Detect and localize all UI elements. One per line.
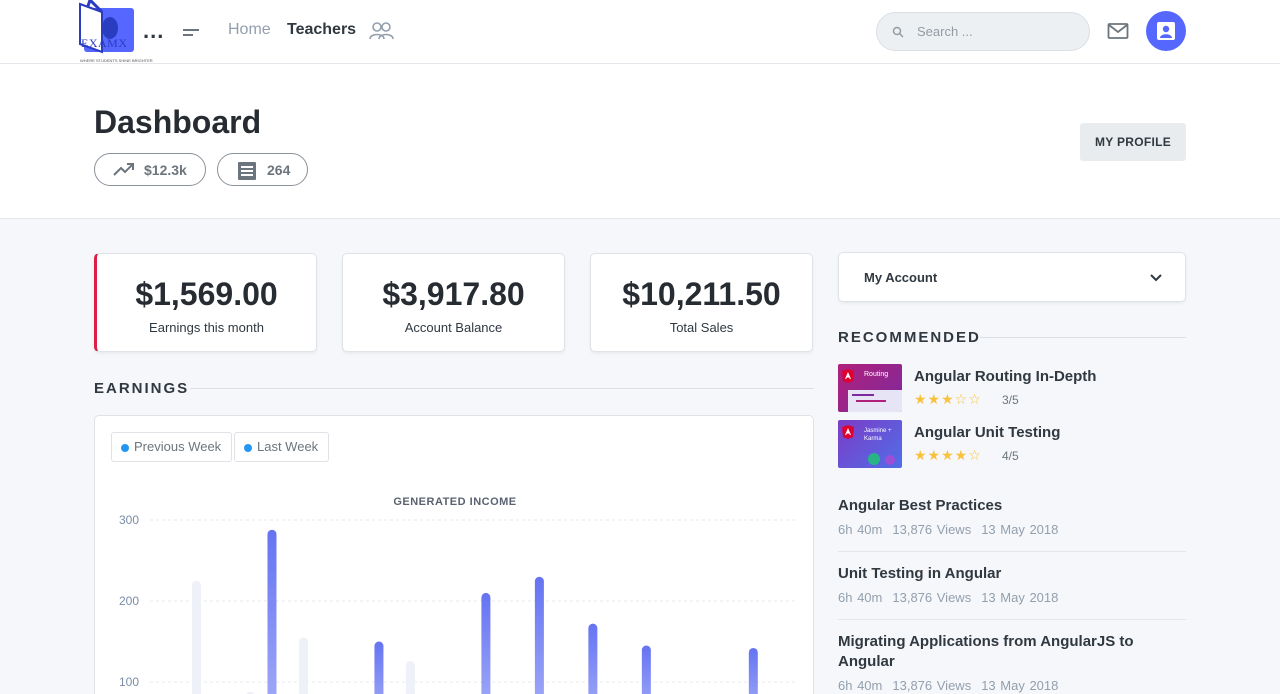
post-views: 13,876 Views [892,522,972,537]
revenue-pill-value: $12.3k [144,162,187,178]
post-date: 13 May 2018 [981,522,1059,537]
post-date: 13 May 2018 [981,678,1059,693]
star-rating-icon: ★★★☆☆ [914,391,982,407]
my-profile-button[interactable]: MY PROFILE [1080,123,1186,161]
bar-last-week [748,647,758,694]
orders-pill-value: 264 [267,162,291,178]
post-meta: 6h 40m 13,876 Views 13 May 2018 [838,522,1186,537]
divider [838,551,1186,552]
my-account-label: My Account [864,270,938,285]
post-duration: 6h 40m [838,678,883,693]
more-dots[interactable]: ... [143,18,164,44]
divider [190,388,814,389]
course-title: Angular Unit Testing [914,424,1061,441]
trending-up-icon [113,163,134,176]
logo-tagline: WHERE STUDENTS SHINE BRIGHTER [80,58,153,63]
thumb-label: Jasmine + Karma [864,428,892,442]
search-input[interactable] [917,13,1077,50]
bar-previous-week [298,637,308,694]
receipt-icon [238,162,256,180]
stat-label: Account Balance [404,320,503,335]
recommended-item[interactable]: Routing Angular Routing In-Depth ★★★☆☆ 3… [838,364,1186,412]
page-title: Dashboard [94,104,262,140]
menu-toggle-icon[interactable] [181,24,203,40]
chevron-down-icon [1150,274,1162,282]
logo-text: EXAMX [81,36,128,50]
bar-last-week [267,529,277,694]
post-title: Angular Best Practices [838,497,1003,514]
nav-home[interactable]: Home [228,21,271,39]
nav-teachers[interactable]: Teachers [287,21,356,39]
post-meta: 6h 40m 13,876 Views 13 May 2018 [838,590,1186,605]
bar-last-week [374,641,384,694]
mail-icon[interactable] [1107,22,1129,40]
avatar[interactable] [1146,11,1186,51]
account-box-icon [1157,22,1175,40]
post-item[interactable]: Migrating Applications from AngularJS to… [838,632,1186,693]
bar-last-week [641,645,651,694]
top-navbar: EXAMX WHERE STUDENTS SHINE BRIGHTER ... … [0,0,1280,64]
stat-label: Total Sales [669,320,734,335]
post-item[interactable]: Unit Testing in Angular 6h 40m 13,876 Vie… [838,564,1186,605]
rating-value: 3/5 [1002,393,1019,407]
my-account-dropdown[interactable]: My Account [838,252,1186,302]
rating-value: 4/5 [1002,449,1019,463]
y-tick-label: 300 [119,513,139,527]
thumb-label: Routing [864,371,889,378]
post-views: 13,876 Views [892,590,972,605]
earnings-chart: 300 200 100 [119,513,795,694]
stat-card-earnings: $1,569.00 Earnings this month [94,253,317,352]
bar-last-week [481,592,491,694]
stat-value: $10,211.50 [622,276,781,312]
divider [838,619,1186,620]
people-icon[interactable] [368,20,394,42]
post-item[interactable]: Angular Best Practices 6h 40m 13,876 View… [838,496,1186,537]
revenue-pill[interactable]: $12.3k [94,153,206,186]
course-thumbnail: Jasmine + Karma [838,420,902,468]
star-rating-icon: ★★★★☆ [914,447,982,463]
post-meta: 6h 40m 13,876 Views 13 May 2018 [838,678,1186,693]
page-header: Dashboard $12.3k 264 MY PROFILE [0,64,1280,219]
post-duration: 6h 40m [838,590,883,605]
recommended-item[interactable]: Jasmine + Karma Angular Unit Testing ★★★… [838,420,1186,468]
post-title: Unit Testing in Angular [838,565,1002,582]
earnings-heading: EARNINGS [94,380,190,397]
bar-previous-week [405,660,415,694]
post-views: 13,876 Views [892,678,972,693]
post-duration: 6h 40m [838,522,883,537]
search-box [876,12,1090,51]
y-tick-label: 200 [119,594,139,608]
bar-last-week [534,576,544,694]
recommended-heading: RECOMMENDED [838,329,981,346]
stat-label: Earnings this month [149,320,264,335]
stat-value: $1,569.00 [135,276,278,312]
y-tick-label: 100 [119,675,139,689]
divider [980,337,1186,338]
orders-pill[interactable]: 264 [217,153,308,186]
course-title: Angular Routing In-Depth [914,368,1097,385]
bar-last-week [588,623,598,694]
stat-card-sales: $10,211.50 Total Sales [590,253,813,352]
course-thumbnail: Routing [838,364,902,412]
post-title: Migrating Applications from AngularJS to… [838,633,1134,670]
post-date: 13 May 2018 [981,590,1059,605]
stat-card-balance: $3,917.80 Account Balance [342,253,565,352]
earnings-chart-card: Previous Week Last Week GENERATED INCOME… [94,415,814,694]
brand-logo[interactable]: EXAMX WHERE STUDENTS SHINE BRIGHTER [78,0,153,64]
stat-value: $3,917.80 [382,276,525,312]
search-icon [892,26,904,38]
bar-previous-week [192,580,201,694]
